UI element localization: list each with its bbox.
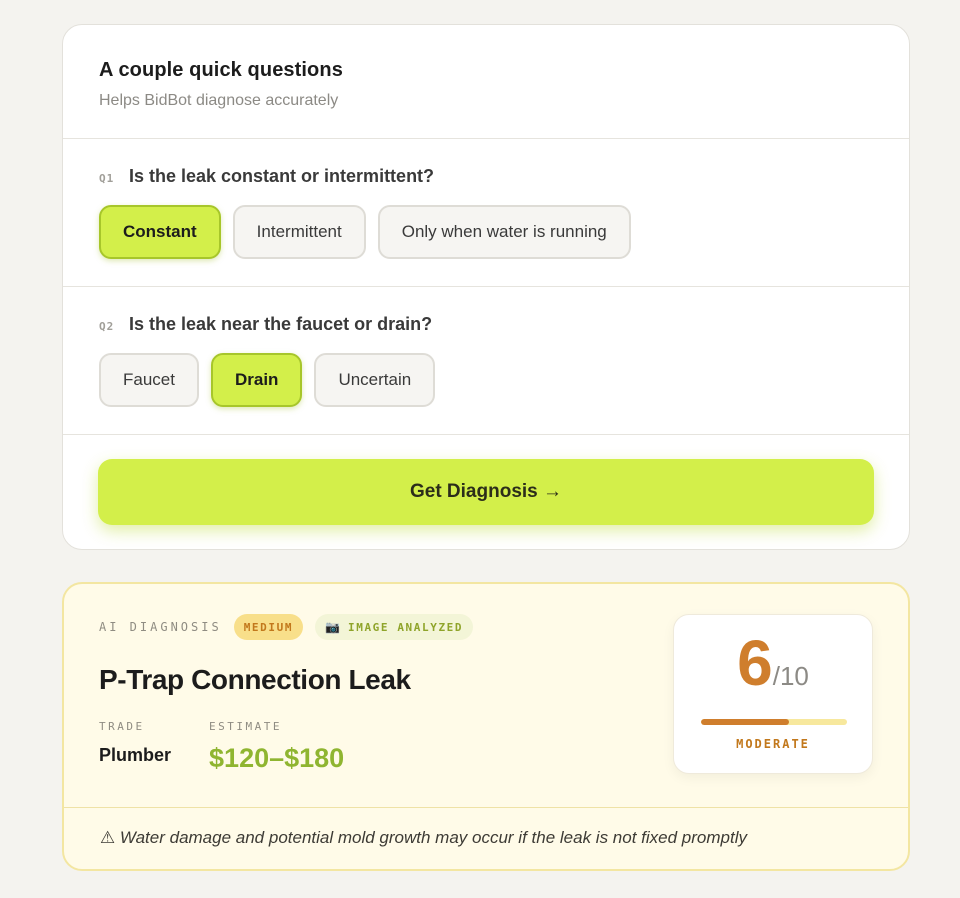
- severity-score-box: 6/10 MODERATE: [673, 614, 873, 774]
- option-intermittent[interactable]: Intermittent: [232, 205, 366, 259]
- score-max: /10: [772, 661, 809, 691]
- diagnosis-card: AI DIAGNOSIS MEDIUM 📷 IMAGE ANALYZED P-T…: [62, 582, 910, 871]
- questions-card: A couple quick questions Helps BidBot di…: [62, 24, 910, 550]
- score-value: 6: [737, 627, 773, 699]
- score-bar: [701, 719, 847, 725]
- question-number: Q1: [99, 172, 115, 185]
- score-label: MODERATE: [736, 737, 810, 751]
- diagnosis-title: P-Trap Connection Leak: [99, 664, 411, 695]
- image-analyzed-label: IMAGE ANALYZED: [348, 620, 464, 634]
- estimate-info: ESTIMATE $120–$180: [209, 720, 344, 774]
- camera-icon: 📷: [325, 620, 340, 634]
- estimate-value: $120–$180: [209, 743, 345, 773]
- option-uncertain[interactable]: Uncertain: [314, 353, 436, 407]
- option-only-when-running[interactable]: Only when water is running: [377, 205, 631, 259]
- warning-message: ⚠ Water damage and potential mold growth…: [64, 808, 908, 848]
- option-faucet[interactable]: Faucet: [99, 353, 199, 407]
- get-diagnosis-button[interactable]: Get Diagnosis →: [98, 459, 874, 525]
- trade-label: TRADE: [99, 720, 145, 733]
- question-1: Q1 Is the leak constant or intermittent?…: [63, 139, 909, 287]
- questions-title: A couple quick questions: [99, 59, 343, 81]
- warning-icon: ⚠: [100, 828, 116, 847]
- questions-subtitle: Helps BidBot diagnose accurately: [99, 92, 339, 109]
- option-constant[interactable]: Constant: [99, 205, 221, 259]
- question-2: Q2 Is the leak near the faucet or drain?…: [63, 287, 909, 435]
- score-bar-fill: [701, 719, 789, 725]
- trade-value: Plumber: [99, 745, 172, 765]
- question-number: Q2: [99, 320, 115, 333]
- estimate-label: ESTIMATE: [209, 720, 283, 733]
- answer-options: Faucet Drain Uncertain: [99, 353, 873, 407]
- question-text: Is the leak constant or intermittent?: [129, 166, 435, 186]
- image-analyzed-badge: 📷 IMAGE ANALYZED: [315, 614, 474, 640]
- question-text: Is the leak near the faucet or drain?: [129, 314, 433, 334]
- option-drain[interactable]: Drain: [210, 353, 303, 407]
- trade-info: TRADE Plumber: [99, 720, 171, 774]
- diagnosis-label: AI DIAGNOSIS: [99, 620, 222, 634]
- answer-options: Constant Intermittent Only when water is…: [99, 205, 873, 259]
- warning-text: Water damage and potential mold growth m…: [119, 828, 747, 847]
- severity-badge: MEDIUM: [233, 614, 304, 640]
- questions-header: A couple quick questions Helps BidBot di…: [63, 25, 909, 139]
